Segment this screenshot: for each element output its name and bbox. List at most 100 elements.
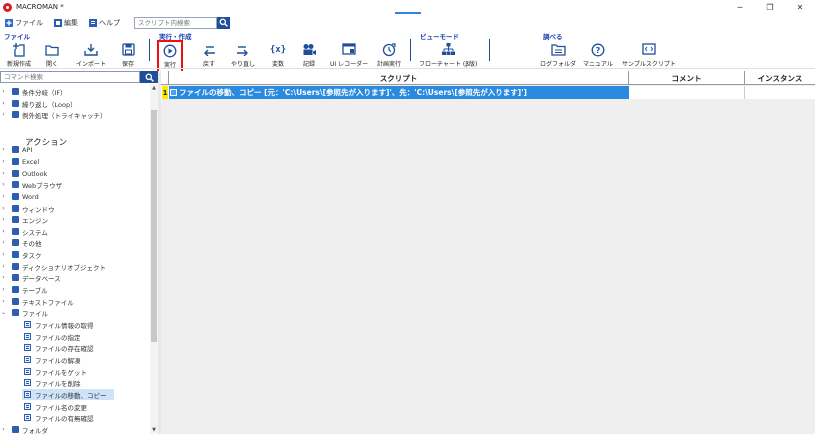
- tree-item-task[interactable]: › タスク: [0, 249, 42, 260]
- row-script-cell[interactable]: ファイルの移動、コピー [元：'C:\Users\[参照先が入ります]'、先：'…: [169, 86, 629, 99]
- tree-item-engine[interactable]: › エンジン: [0, 214, 48, 225]
- undo-icon: [201, 42, 217, 57]
- tree-leaf-file-unzip[interactable]: ファイルの解凍: [22, 354, 81, 365]
- command-search-input[interactable]: [0, 71, 140, 83]
- tree-item-system[interactable]: › システム: [0, 226, 48, 237]
- save-label: 保存: [121, 61, 134, 68]
- search-icon: [219, 18, 228, 27]
- chevron-right-icon: ›: [2, 88, 5, 95]
- table-row[interactable]: 1 ファイルの移動、コピー [元：'C:\Users\[参照先が入ります]'、先…: [161, 86, 815, 99]
- sample-script-button[interactable]: サンプルスクリプト: [622, 42, 676, 68]
- tree-item-if[interactable]: › 条件分岐（IF）: [0, 86, 67, 97]
- tree-item-folder[interactable]: › フォルダ: [0, 424, 48, 434]
- maximize-icon[interactable]: ❐: [755, 0, 785, 14]
- import-button[interactable]: インポート: [76, 42, 106, 68]
- scroll-up-icon[interactable]: ▲: [150, 84, 158, 92]
- tree-item-label: タスク: [22, 251, 42, 260]
- macroman-window: MACROMAN * ─ ❐ ✕ ファイル 編集 ヘルプ スクリプト内検索 ファ…: [0, 0, 815, 434]
- column-header-comment[interactable]: コメント: [629, 71, 745, 85]
- chevron-right-icon: ›: [2, 216, 5, 223]
- help-icon: [89, 18, 97, 27]
- tree-item-database[interactable]: › データベース: [0, 272, 61, 283]
- minimize-icon[interactable]: ─: [725, 0, 755, 14]
- column-header-script[interactable]: スクリプト: [169, 71, 629, 85]
- tree-item-table[interactable]: › テーブル: [0, 284, 48, 295]
- close-icon[interactable]: ✕: [785, 0, 815, 14]
- ui-recorder-button[interactable]: UI レコーダー: [330, 42, 368, 68]
- tree-item-window[interactable]: › ウィンドウ: [0, 203, 55, 214]
- new-button[interactable]: 新規作成: [7, 42, 31, 68]
- tree-item-label: エンジン: [22, 216, 48, 225]
- node-icon: [12, 251, 19, 258]
- node-icon: [12, 228, 19, 235]
- tree-item-word[interactable]: › Word: [0, 191, 38, 202]
- menu-bar: ファイル 編集 ヘルプ: [0, 15, 815, 30]
- command-icon: [24, 321, 31, 328]
- script-search-button[interactable]: [217, 16, 230, 29]
- play-icon: [162, 43, 178, 58]
- tree-item-file[interactable]: ⌄ ファイル: [0, 307, 48, 318]
- row-instance-cell[interactable]: [745, 86, 815, 99]
- tree-item-try-catch[interactable]: › 例外処理（トライキャッチ）: [0, 109, 107, 120]
- flowchart-button[interactable]: フローチャート (β版): [419, 42, 477, 68]
- menu-file-label: ファイル: [15, 18, 43, 27]
- menu-file[interactable]: ファイル: [5, 18, 43, 28]
- command-search-button[interactable]: [140, 71, 159, 83]
- tree-item-label: Webブラウザ: [22, 181, 63, 190]
- window-controls: ─ ❐ ✕: [725, 0, 815, 14]
- node-icon: [12, 216, 19, 223]
- tree-leaf-file-delete[interactable]: ファイルを削除: [22, 377, 81, 388]
- chevron-right-icon: ›: [2, 274, 5, 281]
- tree-leaf-file-exists[interactable]: ファイルの存在確認: [22, 342, 94, 353]
- menu-edit[interactable]: 編集: [54, 18, 78, 28]
- redo-button[interactable]: やり直し: [231, 42, 255, 68]
- tree-leaf-file-presence[interactable]: ファイルの有無確認: [22, 412, 94, 423]
- record-button[interactable]: 記録: [301, 42, 317, 68]
- tree-item-text-file[interactable]: › テキストファイル: [0, 296, 74, 307]
- scroll-down-icon[interactable]: ▼: [150, 426, 158, 434]
- tree-scroll-thumb[interactable]: [151, 110, 157, 342]
- import-icon: [83, 42, 99, 57]
- chevron-right-icon: ›: [2, 181, 5, 188]
- tree-item-excel[interactable]: › Excel: [0, 156, 39, 167]
- node-icon: [12, 309, 19, 316]
- row-script-text: ファイルの移動、コピー [元：'C:\Users\[参照先が入ります]'、先：'…: [179, 88, 527, 97]
- tree-item-dictionary[interactable]: › ディクショナリオブジェクト: [0, 261, 106, 272]
- tree-item-outlook[interactable]: › Outlook: [0, 168, 47, 179]
- node-icon: [12, 158, 19, 165]
- svg-text:?: ?: [596, 46, 601, 55]
- undo-button[interactable]: 戻す: [201, 42, 217, 68]
- command-icon: [24, 379, 31, 386]
- schedule-icon: [381, 42, 397, 57]
- save-button[interactable]: 保存: [120, 42, 136, 68]
- log-folder-button[interactable]: ログフォルダ: [540, 42, 576, 68]
- row-comment-cell[interactable]: [629, 86, 745, 99]
- menu-edit-label: 編集: [64, 18, 78, 27]
- variables-label: 変数: [271, 61, 284, 68]
- open-button[interactable]: 開く: [44, 42, 60, 68]
- chevron-right-icon: ›: [2, 193, 5, 200]
- schedule-button[interactable]: 計画実行: [377, 42, 401, 68]
- tree-leaf-file-info[interactable]: ファイル情報の取得: [22, 319, 94, 330]
- schedule-label: 計画実行: [377, 61, 402, 68]
- ribbon-separator-1: [149, 39, 150, 61]
- column-header-instance[interactable]: インスタンス: [745, 71, 815, 85]
- chevron-right-icon: ›: [2, 286, 5, 293]
- variables-button[interactable]: {x} 変数: [270, 42, 286, 69]
- group-label-file: ファイル: [4, 33, 30, 41]
- chevron-right-icon: ›: [2, 251, 5, 258]
- tree-leaf-file-rename[interactable]: ファイル名の変更: [22, 401, 87, 412]
- tree-leaf-file-move-copy[interactable]: ファイルの移動、コピー: [22, 389, 114, 400]
- tree-item-loop[interactable]: › 繰り返し（Loop）: [0, 98, 77, 109]
- manual-button[interactable]: ? マニュアル: [583, 42, 613, 68]
- tree-item-web-browser[interactable]: › Webブラウザ: [0, 179, 62, 190]
- tree-item-label: 繰り返し（Loop）: [22, 100, 77, 109]
- record-label: 記録: [302, 61, 315, 68]
- ui-recorder-icon: [341, 42, 357, 57]
- script-search-input[interactable]: [134, 16, 217, 29]
- tree-leaf-file-get[interactable]: ファイルをゲット: [22, 366, 87, 377]
- tree-item-other[interactable]: › その他: [0, 237, 42, 248]
- menu-help[interactable]: ヘルプ: [89, 18, 120, 28]
- sample-script-label: サンプルスクリプト: [622, 61, 676, 68]
- tree-leaf-file-specify[interactable]: ファイルの指定: [22, 331, 81, 342]
